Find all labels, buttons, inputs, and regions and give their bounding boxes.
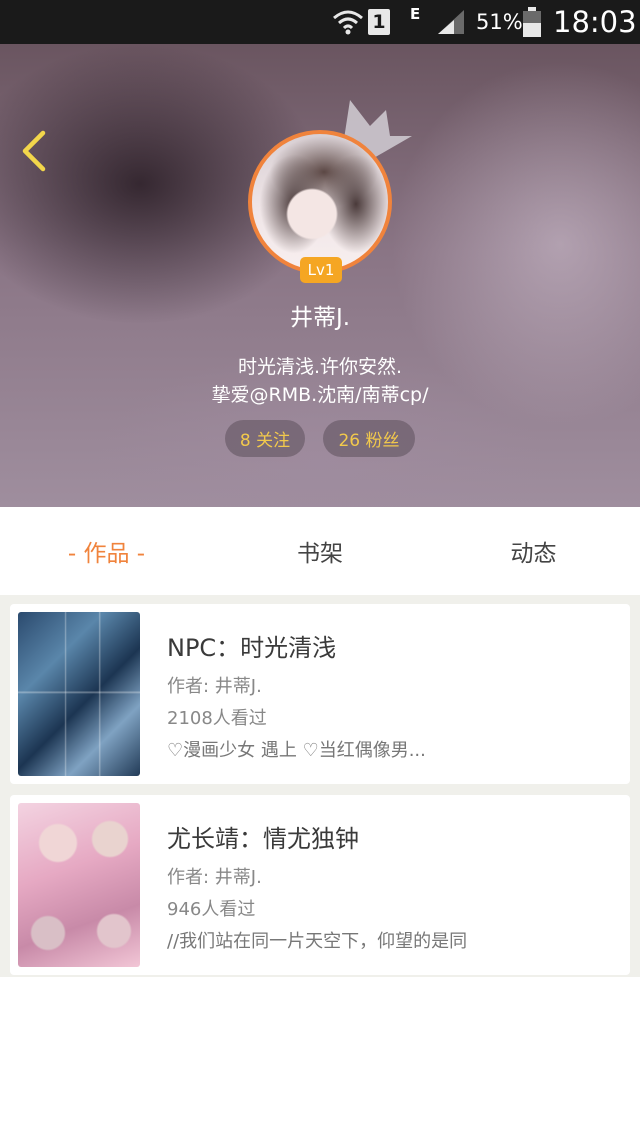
level-badge: Lv1	[300, 257, 342, 283]
following-button[interactable]: 8 关注	[225, 420, 305, 457]
bio-line-1: 时光清浅.许你安然.	[237, 356, 403, 378]
back-button[interactable]	[14, 126, 54, 176]
tab-activity[interactable]: 动态	[427, 507, 640, 595]
wifi-icon	[332, 0, 364, 44]
book-title: 尤长靖：情尤独钟	[167, 825, 359, 853]
chevron-left-icon	[22, 130, 46, 172]
battery-icon	[522, 0, 542, 44]
book-cover	[18, 612, 140, 776]
book-cover	[18, 803, 140, 967]
tab-bookshelf[interactable]: 书架	[213, 507, 427, 595]
book-views: 946人看过	[167, 899, 256, 920]
bio-line-2: 挚爱@RMB.沈南/南蒂cp/	[211, 384, 429, 406]
list-item[interactable]: NPC：时光清浅 作者: 井蒂J. 2108人看过 ♡漫画少女 遇上 ♡当红偶像…	[10, 604, 630, 784]
signal-icon	[436, 0, 468, 44]
username: 井蒂J.	[289, 305, 351, 331]
tab-works[interactable]: - 作品 -	[0, 507, 213, 595]
sim-slot-indicator: 1	[368, 0, 390, 44]
fans-button[interactable]: 26 粉丝	[323, 420, 415, 457]
network-type: E	[410, 5, 421, 23]
status-time: 18:03	[553, 5, 637, 39]
avatar[interactable]	[248, 130, 392, 274]
battery-percent: 51%	[476, 10, 523, 34]
list-item[interactable]: 尤长靖：情尤独钟 作者: 井蒂J. 946人看过 //我们站在同一片天空下，仰望…	[10, 795, 630, 975]
book-description: ♡漫画少女 遇上 ♡当红偶像男...	[167, 740, 426, 761]
avatar-container	[248, 130, 392, 274]
status-bar: 1 E 51% 18:03	[0, 0, 640, 44]
profile-tabs: - 作品 - 书架 动态	[0, 507, 640, 595]
book-author: 作者: 井蒂J.	[167, 676, 262, 697]
book-author: 作者: 井蒂J.	[167, 867, 262, 888]
book-title: NPC：时光清浅	[167, 634, 337, 662]
book-views: 2108人看过	[167, 708, 267, 729]
book-description: //我们站在同一片天空下，仰望的是同一个…	[167, 931, 467, 952]
sim-slot-number: 1	[368, 9, 390, 35]
